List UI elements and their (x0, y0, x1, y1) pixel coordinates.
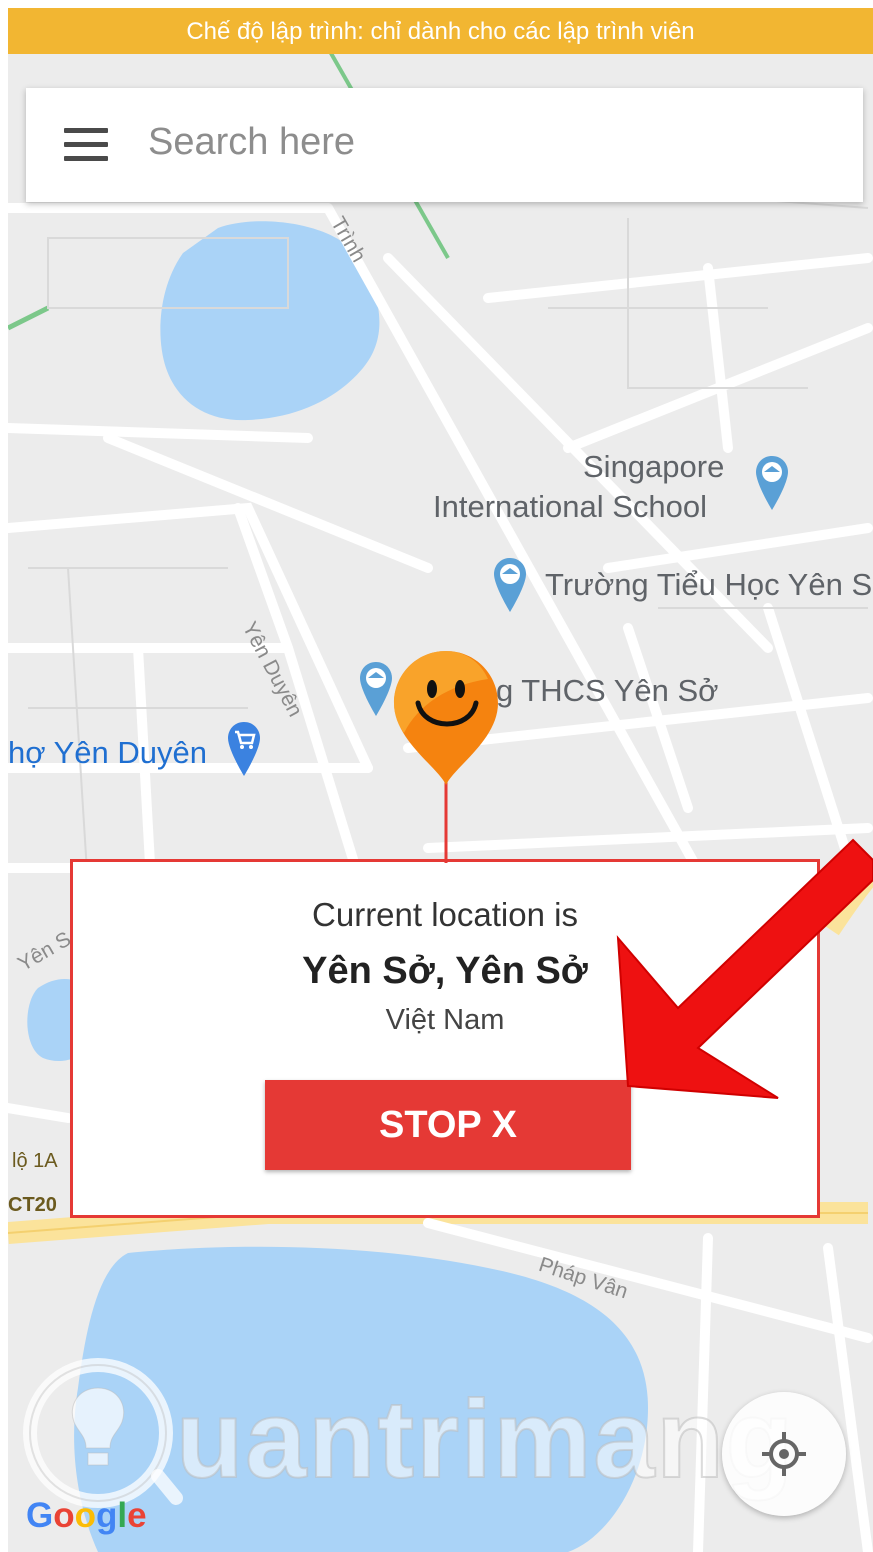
menu-icon[interactable] (64, 128, 108, 162)
my-location-button[interactable] (722, 1392, 846, 1516)
popup-title: Current location is (312, 896, 578, 933)
poi-label-international-school[interactable]: International School (433, 488, 707, 527)
poi-label-thcs-yen-so[interactable]: g THCS Yên Sở (496, 672, 719, 711)
app-screen: Singapore International School Trường Ti… (8, 8, 873, 1552)
poi-label-truong-tieu-hoc[interactable]: Trường Tiểu Học Yên S (545, 566, 872, 605)
school-pin-icon[interactable] (492, 556, 528, 614)
google-logo-letter: G (26, 1496, 54, 1535)
shopping-cart-pin-icon[interactable] (226, 720, 262, 778)
smiley-location-marker-icon[interactable] (388, 645, 508, 870)
watermark-text: uantrimang (175, 1377, 795, 1502)
google-logo-letter: o (53, 1496, 75, 1535)
google-logo-letter: g (96, 1496, 118, 1535)
google-logo-letter: o (74, 1496, 97, 1535)
developer-mode-banner: Chế độ lập trình: chỉ dành cho các lập t… (8, 8, 873, 54)
poi-label-singapore[interactable]: Singapore (583, 448, 724, 487)
poi-label-cho-yen-duyen[interactable]: hợ Yên Duyên (8, 734, 207, 773)
road-label-ct20: CT20 (8, 1194, 57, 1216)
stop-button[interactable]: STOP X (265, 1080, 631, 1170)
search-bar[interactable]: Search here (26, 88, 863, 202)
search-input[interactable]: Search here (148, 121, 355, 164)
google-logo-letter: l (117, 1496, 128, 1535)
road-label-ql1a: lộ 1A (12, 1150, 58, 1172)
google-logo-letter: e (127, 1496, 147, 1535)
school-pin-icon[interactable] (754, 454, 790, 512)
location-name: Yên Sở, Yên Sở (302, 950, 588, 992)
current-location-popup: Current location is Yên Sở, Yên Sở Việt … (70, 859, 820, 1218)
crosshair-icon (762, 1432, 806, 1476)
google-logo: Google (26, 1496, 147, 1536)
location-country: Việt Nam (385, 1004, 505, 1036)
